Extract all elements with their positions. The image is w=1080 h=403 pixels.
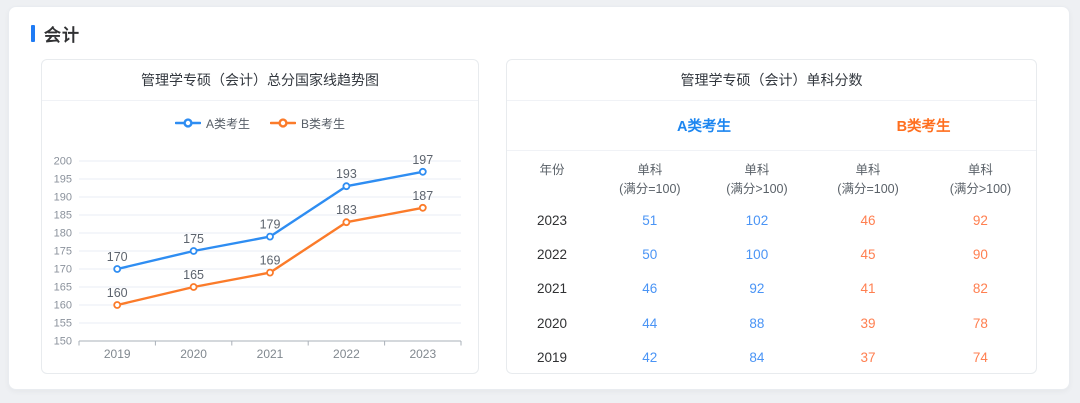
column-header-0: 年份 — [539, 163, 565, 177]
score-cell: 51 — [642, 212, 658, 228]
data-point-label: 170 — [107, 250, 128, 264]
chart-legend: A类考生 B类考生 — [42, 101, 478, 145]
y-tick-label: 190 — [54, 192, 72, 204]
trend-chart-panel: 管理学专硕（会计）总分国家线趋势图 A类考生 B类考生 150 155 160 165 1… — [41, 59, 479, 374]
data-point-label: 165 — [183, 268, 204, 282]
legend-line-marker-icon — [270, 118, 296, 128]
score-cell: 102 — [745, 212, 769, 228]
column-header-3: 单科 (满分=100) — [837, 163, 899, 196]
legend-item-0[interactable]: A类考生 — [174, 115, 250, 132]
y-tick-label: 175 — [54, 246, 72, 258]
score-cell: 74 — [972, 350, 988, 366]
data-point — [418, 203, 427, 212]
group-header-b: B类考生 — [896, 119, 951, 135]
y-tick-label: 170 — [54, 264, 72, 276]
legend-label: B类考生 — [301, 116, 346, 131]
score-cell: 41 — [860, 281, 876, 297]
legend-label: A类考生 — [205, 116, 250, 131]
x-tick-label: 2023 — [409, 347, 436, 361]
y-tick-label: 195 — [54, 174, 72, 186]
score-cell: 37 — [860, 350, 876, 366]
y-tick-label: 155 — [54, 318, 72, 330]
x-tick-label: 2022 — [333, 347, 360, 361]
score-cell: 78 — [972, 315, 988, 331]
data-point — [189, 247, 198, 255]
score-cell: 46 — [860, 212, 876, 228]
data-point — [113, 265, 122, 273]
score-cell: 92 — [972, 212, 988, 228]
data-point — [266, 268, 274, 277]
table-row: 2022 50 100 45 90 — [507, 237, 1036, 271]
table-row: 2023 51 102 46 92 — [507, 203, 1036, 237]
y-tick-label: 200 — [54, 156, 72, 168]
section-accent-bar — [31, 25, 35, 42]
year-cell: 2021 — [536, 281, 567, 297]
table-row: 2020 44 88 39 78 — [507, 306, 1036, 340]
data-point — [342, 182, 351, 191]
data-point-label: 187 — [412, 189, 433, 203]
y-tick-label: 180 — [54, 228, 72, 240]
data-point — [113, 301, 122, 309]
column-header-1: 单科 (满分=100) — [619, 163, 681, 196]
table-header-row: 年份 单科 (满分=100) 单科 (满分>100) 单科 (满分=100) 单科 (满分>10… — [507, 151, 1036, 203]
section-title: 会计 — [44, 26, 80, 45]
y-tick-label: 165 — [54, 282, 72, 294]
score-cell: 39 — [860, 315, 876, 331]
scores-table-panel: 管理学专硕（会计）单科分数 A类考生 B类考生 年份 单科 (满分=100) 单科 (满… — [506, 59, 1037, 374]
data-point — [342, 218, 351, 227]
data-point — [266, 232, 274, 241]
trend-line-chart: 150 155 160 165 170 175 180 185 190 195 200 2019 202… — [54, 153, 462, 361]
score-cell: 46 — [642, 281, 658, 297]
score-cell: 45 — [860, 247, 876, 263]
y-tick-label: 185 — [54, 210, 72, 222]
x-tick-label: 2019 — [104, 347, 131, 361]
y-tick-label: 160 — [54, 300, 72, 312]
data-point-label: 183 — [336, 203, 357, 217]
legend-item-1[interactable]: B类考生 — [270, 115, 345, 132]
table-body: 2023 51 102 46 92 2022 50 100 45 90 2021 46 92 41 82 20… — [507, 203, 1036, 373]
legend-line-marker-icon — [174, 118, 201, 128]
data-point-label: 197 — [412, 153, 433, 167]
column-header-2: 单科 (满分>100) — [726, 163, 788, 196]
year-cell: 2023 — [536, 212, 567, 228]
table-row: 2021 46 92 41 82 — [507, 272, 1036, 306]
data-point — [418, 167, 427, 176]
year-cell: 2020 — [536, 315, 567, 331]
section-header: 会计 — [31, 21, 80, 46]
score-cell: 82 — [972, 281, 988, 297]
data-point-label: 160 — [107, 286, 128, 300]
score-cell: 90 — [972, 247, 988, 263]
data-point-label: 193 — [336, 167, 357, 181]
y-tick-label: 150 — [54, 336, 72, 348]
x-tick-label: 2020 — [180, 347, 207, 361]
data-point-label: 169 — [260, 254, 281, 268]
score-cell: 50 — [642, 247, 658, 263]
year-cell: 2019 — [536, 350, 567, 366]
data-point-label: 179 — [260, 218, 281, 232]
column-header-4: 单科 (满分>100) — [949, 163, 1012, 196]
chart-panel-title: 管理学专硕（会计）总分国家线趋势图 — [42, 60, 478, 101]
x-tick-label: 2021 — [257, 347, 284, 361]
table-row: 2019 42 84 37 74 — [507, 341, 1036, 373]
score-cell: 84 — [749, 350, 765, 366]
score-cell: 44 — [642, 315, 658, 331]
group-header-a: A类考生 — [677, 119, 732, 135]
score-cell: 92 — [749, 281, 765, 297]
table-panel-title: 管理学专硕（会计）单科分数 — [507, 60, 1036, 101]
content-card: 会计 管理学专硕（会计）总分国家线趋势图 A类考生 B类考生 150 155 160 1… — [8, 6, 1070, 390]
score-cell: 100 — [745, 247, 769, 263]
data-point — [189, 283, 198, 291]
year-cell: 2022 — [536, 247, 567, 263]
data-point-label: 175 — [183, 232, 204, 246]
score-cell: 88 — [749, 315, 765, 331]
table-group-header-row: A类考生 B类考生 — [507, 101, 1036, 151]
score-cell: 42 — [642, 350, 658, 366]
